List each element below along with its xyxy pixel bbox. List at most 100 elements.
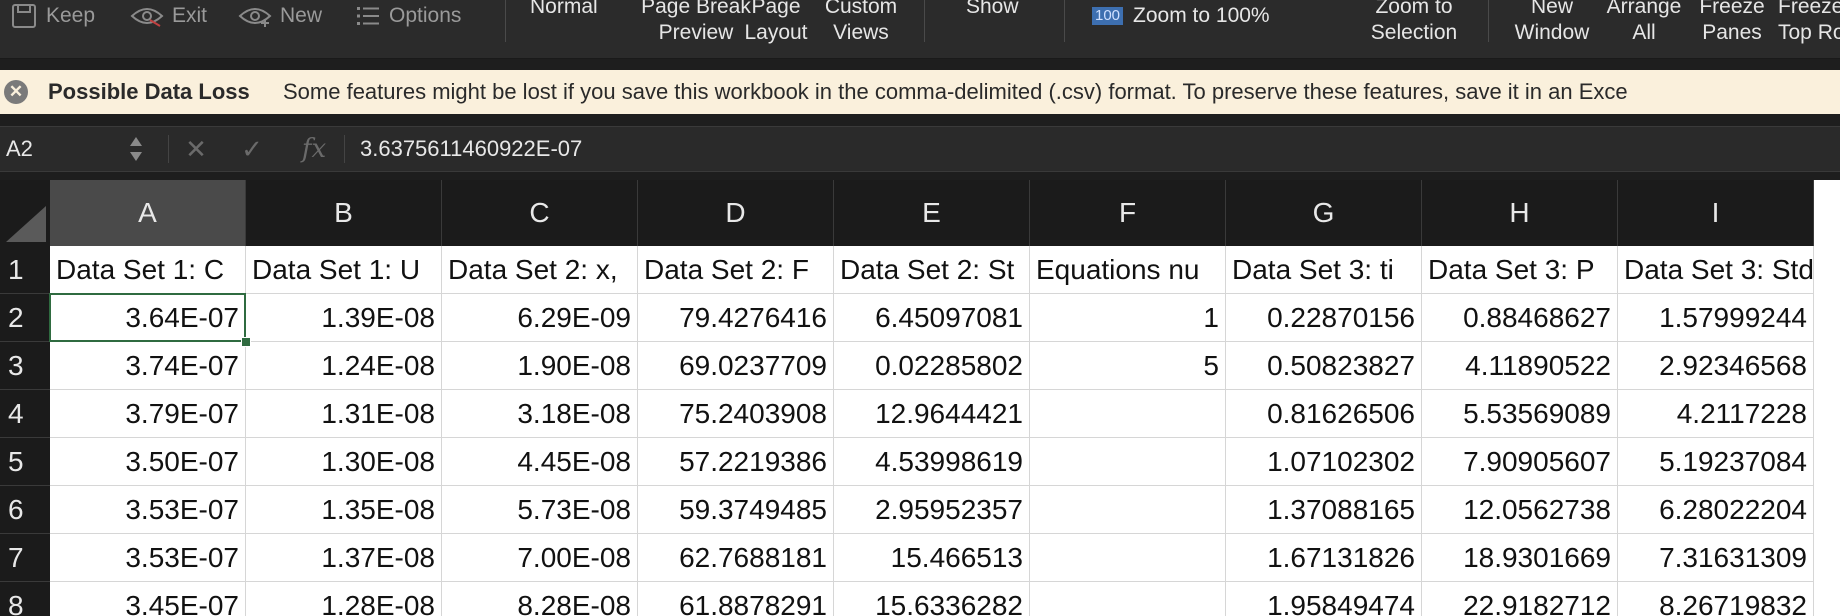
dismiss-close-icon[interactable]: ✕ <box>4 80 28 104</box>
new-window-button[interactable]: New Window <box>1508 0 1596 46</box>
cell-h6[interactable]: 12.0562738 <box>1422 486 1618 534</box>
cell-d4[interactable]: 75.2403908 <box>638 390 834 438</box>
cell-h8[interactable]: 22.9182712 <box>1422 582 1618 616</box>
cell-b7[interactable]: 1.37E-08 <box>246 534 442 582</box>
cell-e6[interactable]: 2.95952357 <box>834 486 1030 534</box>
zoom-to-selection-button[interactable]: Zoom to Selection <box>1360 0 1468 46</box>
cell-a2[interactable]: 3.64E-07 <box>50 294 246 342</box>
cell-g1[interactable]: Data Set 3: ti <box>1226 246 1422 294</box>
row-header-4[interactable]: 4 <box>0 390 50 438</box>
cell-b4[interactable]: 1.31E-08 <box>246 390 442 438</box>
row-header-3[interactable]: 3 <box>0 342 50 390</box>
cell-a3[interactable]: 3.74E-07 <box>50 342 246 390</box>
fill-handle[interactable] <box>241 337 251 347</box>
column-header-d[interactable]: D <box>638 180 834 246</box>
column-header-e[interactable]: E <box>834 180 1030 246</box>
column-header-h[interactable]: H <box>1422 180 1618 246</box>
cell-g6[interactable]: 1.37088165 <box>1226 486 1422 534</box>
cell-i1[interactable]: Data Set 3: Std <box>1618 246 1814 294</box>
insert-function-icon[interactable]: fx <box>296 127 332 171</box>
zoom-100-button[interactable]: 100 Zoom to 100% <box>1092 0 1270 32</box>
cell-b2[interactable]: 1.39E-08 <box>246 294 442 342</box>
cell-i8[interactable]: 8.26719832 <box>1618 582 1814 616</box>
column-header-i[interactable]: I <box>1618 180 1814 246</box>
cell-d2[interactable]: 79.4276416 <box>638 294 834 342</box>
cell-c6[interactable]: 5.73E-08 <box>442 486 638 534</box>
cell-g8[interactable]: 1.95849474 <box>1226 582 1422 616</box>
cell-c3[interactable]: 1.90E-08 <box>442 342 638 390</box>
column-header-a[interactable]: A <box>50 180 246 246</box>
cell-d1[interactable]: Data Set 2: F <box>638 246 834 294</box>
cell-g5[interactable]: 1.07102302 <box>1226 438 1422 486</box>
cell-i6[interactable]: 6.28022204 <box>1618 486 1814 534</box>
cell-f5[interactable] <box>1030 438 1226 486</box>
row-header-1[interactable]: 1 <box>0 246 50 294</box>
cell-f4[interactable] <box>1030 390 1226 438</box>
cell-d8[interactable]: 61.8878291 <box>638 582 834 616</box>
cell-f7[interactable] <box>1030 534 1226 582</box>
row-header-6[interactable]: 6 <box>0 486 50 534</box>
cell-g2[interactable]: 0.22870156 <box>1226 294 1422 342</box>
cell-c4[interactable]: 3.18E-08 <box>442 390 638 438</box>
options-button[interactable]: Options <box>355 0 461 32</box>
cell-i7[interactable]: 7.31631309 <box>1618 534 1814 582</box>
cell-f6[interactable] <box>1030 486 1226 534</box>
select-all-corner[interactable] <box>0 180 51 246</box>
cell-f3[interactable]: 5 <box>1030 342 1226 390</box>
cancel-x-icon[interactable]: ✕ <box>180 127 212 171</box>
cell-e2[interactable]: 6.45097081 <box>834 294 1030 342</box>
cell-i5[interactable]: 5.19237084 <box>1618 438 1814 486</box>
arrange-all-button[interactable]: Arrange All <box>1604 0 1684 46</box>
cell-c7[interactable]: 7.00E-08 <box>442 534 638 582</box>
cell-g3[interactable]: 0.50823827 <box>1226 342 1422 390</box>
cell-c5[interactable]: 4.45E-08 <box>442 438 638 486</box>
cell-h2[interactable]: 0.88468627 <box>1422 294 1618 342</box>
keep-button[interactable]: Keep <box>10 0 95 32</box>
cell-h5[interactable]: 7.90905607 <box>1422 438 1618 486</box>
cell-h4[interactable]: 5.53569089 <box>1422 390 1618 438</box>
column-header-c[interactable]: C <box>442 180 638 246</box>
cell-e3[interactable]: 0.02285802 <box>834 342 1030 390</box>
cell-d6[interactable]: 59.3749485 <box>638 486 834 534</box>
cell-f2[interactable]: 1 <box>1030 294 1226 342</box>
cell-i2[interactable]: 1.57999244 <box>1618 294 1814 342</box>
row-header-5[interactable]: 5 <box>0 438 50 486</box>
cell-e4[interactable]: 12.9644421 <box>834 390 1030 438</box>
name-box[interactable]: A2 <box>6 127 146 171</box>
confirm-check-icon[interactable]: ✓ <box>236 127 268 171</box>
cell-g4[interactable]: 0.81626506 <box>1226 390 1422 438</box>
cell-e5[interactable]: 4.53998619 <box>834 438 1030 486</box>
cell-i3[interactable]: 2.92346568 <box>1618 342 1814 390</box>
cell-h3[interactable]: 4.11890522 <box>1422 342 1618 390</box>
cell-b6[interactable]: 1.35E-08 <box>246 486 442 534</box>
exit-button[interactable]: Exit <box>130 0 207 32</box>
formula-input[interactable]: 3.6375611460922E-07 <box>360 127 582 171</box>
cell-d5[interactable]: 57.2219386 <box>638 438 834 486</box>
normal-view-button[interactable]: Normal <box>530 0 598 20</box>
cell-b5[interactable]: 1.30E-08 <box>246 438 442 486</box>
cell-e8[interactable]: 15.6336282 <box>834 582 1030 616</box>
cell-h1[interactable]: Data Set 3: P <box>1422 246 1618 294</box>
cell-g7[interactable]: 1.67131826 <box>1226 534 1422 582</box>
new-view-button[interactable]: New <box>238 0 322 32</box>
column-header-b[interactable]: B <box>246 180 442 246</box>
cell-f8[interactable] <box>1030 582 1226 616</box>
row-header-2[interactable]: 2 <box>0 294 50 342</box>
page-layout-button[interactable]: Page Layout <box>740 0 812 46</box>
cell-a6[interactable]: 3.53E-07 <box>50 486 246 534</box>
row-header-7[interactable]: 7 <box>0 534 50 582</box>
cell-b1[interactable]: Data Set 1: U <box>246 246 442 294</box>
cell-d7[interactable]: 62.7688181 <box>638 534 834 582</box>
cell-d3[interactable]: 69.0237709 <box>638 342 834 390</box>
cell-b3[interactable]: 1.24E-08 <box>246 342 442 390</box>
column-header-g[interactable]: G <box>1226 180 1422 246</box>
cell-i4[interactable]: 4.2117228 <box>1618 390 1814 438</box>
cell-e1[interactable]: Data Set 2: St <box>834 246 1030 294</box>
cell-a8[interactable]: 3.45E-07 <box>50 582 246 616</box>
column-header-f[interactable]: F <box>1030 180 1226 246</box>
cell-c1[interactable]: Data Set 2: x, <box>442 246 638 294</box>
freeze-panes-button[interactable]: Freeze Panes <box>1692 0 1772 46</box>
freeze-top-row-button[interactable]: Freeze Top Ro <box>1778 0 1840 46</box>
custom-views-button[interactable]: Custom Views <box>818 0 904 46</box>
cell-a1[interactable]: Data Set 1: C <box>50 246 246 294</box>
